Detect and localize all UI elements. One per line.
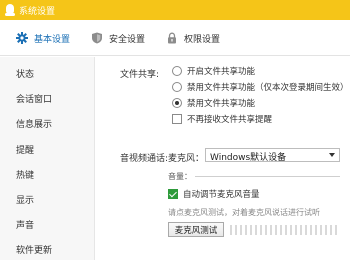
mic-test-button[interactable]: 麦克风测试 [168, 222, 224, 237]
tab-label: 权限设置 [184, 34, 221, 45]
file-share-disable-session-option[interactable]: 禁用文件共享功能（仅本次登录期间生效） [172, 81, 349, 93]
title-bar: 系统设置 [0, 0, 350, 20]
meter-bar [235, 225, 237, 235]
option-label: 自动调节麦克风音量 [183, 190, 260, 200]
meter-bar [330, 225, 332, 235]
radio-button-selected[interactable] [172, 98, 182, 108]
meter-bar [275, 225, 277, 235]
sidebar-item-hotkey[interactable]: 热键 [16, 168, 34, 181]
meter-bar [295, 225, 297, 235]
checkbox[interactable] [172, 114, 182, 124]
file-share-label: 文件共享: [120, 70, 160, 80]
auto-adjust-mic-option[interactable]: 自动调节麦克风音量 [168, 188, 260, 200]
radio-button[interactable] [172, 66, 182, 76]
tab-security-settings[interactable]: 安全设置 [91, 20, 145, 56]
meter-bar [310, 225, 312, 235]
meter-bar [245, 225, 247, 235]
radio-button[interactable] [172, 82, 182, 92]
checkbox-checked[interactable] [168, 189, 178, 199]
tab-basic-settings[interactable]: 基本设置 [16, 20, 70, 56]
shield-icon [91, 32, 103, 44]
meter-bar [265, 225, 267, 235]
meter-bar [230, 225, 232, 235]
sidebar-item-chat-window[interactable]: 会话窗口 [16, 92, 52, 105]
microphone-label: 麦克风： [168, 154, 205, 164]
tab-label: 基本设置 [34, 34, 71, 45]
meter-bar [315, 225, 317, 235]
tab-permission-settings[interactable]: 权限设置 [166, 20, 220, 56]
tab-bar: 基本设置 安全设置 权限设置 [0, 20, 350, 56]
meter-bar [290, 225, 292, 235]
settings-panel: 文件共享: 开启文件共享功能 禁用文件共享功能（仅本次登录期间生效） 禁用文件共… [96, 57, 350, 260]
mic-level-meter [230, 225, 340, 235]
sidebar-item-reminder[interactable]: 提醒 [16, 143, 34, 156]
meter-bar [300, 225, 302, 235]
mic-test-hint: 请点麦克风测试，对着麦克风说话进行试听 [168, 208, 320, 217]
microphone-select[interactable]: Windows默认设备 [205, 148, 340, 163]
option-label: 禁用文件共享功能（仅本次登录期间生效） [187, 83, 349, 93]
option-label: 开启文件共享功能 [187, 67, 256, 77]
sidebar-item-info-display[interactable]: 信息展示 [16, 117, 52, 130]
chevron-down-icon [329, 153, 335, 157]
sidebar-item-status[interactable]: 状态 [16, 67, 34, 80]
av-call-label: 音视频通话: [120, 154, 169, 164]
meter-bar [260, 225, 262, 235]
app-logo-icon [5, 4, 15, 16]
meter-bar [270, 225, 272, 235]
microphone-select-value: Windows默认设备 [210, 153, 287, 163]
tab-label: 安全设置 [109, 34, 146, 45]
volume-slider[interactable] [195, 176, 340, 177]
no-reminder-option[interactable]: 不再接收文件共享提醒 [172, 113, 272, 125]
gear-icon [16, 32, 28, 44]
meter-bar [320, 225, 322, 235]
meter-bar [240, 225, 242, 235]
meter-bar [335, 225, 337, 235]
meter-bar [280, 225, 282, 235]
sidebar-item-software-update[interactable]: 软件更新 [16, 243, 52, 256]
volume-label: 音量： [168, 172, 192, 181]
sidebar-item-display[interactable]: 显示 [16, 193, 34, 206]
meter-bar [250, 225, 252, 235]
option-label: 不再接收文件共享提醒 [187, 115, 273, 125]
sidebar-item-sound[interactable]: 声音 [16, 218, 34, 231]
file-share-enable-option[interactable]: 开启文件共享功能 [172, 65, 255, 77]
meter-bar [305, 225, 307, 235]
lock-icon [166, 32, 178, 44]
option-label: 禁用文件共享功能 [187, 99, 256, 109]
window-title: 系统设置 [19, 6, 56, 17]
meter-bar [285, 225, 287, 235]
meter-bar [325, 225, 327, 235]
meter-bar [255, 225, 257, 235]
file-share-disable-option[interactable]: 禁用文件共享功能 [172, 97, 255, 109]
sidebar: 状态 会话窗口 信息展示 提醒 热键 显示 声音 软件更新 [0, 57, 95, 260]
